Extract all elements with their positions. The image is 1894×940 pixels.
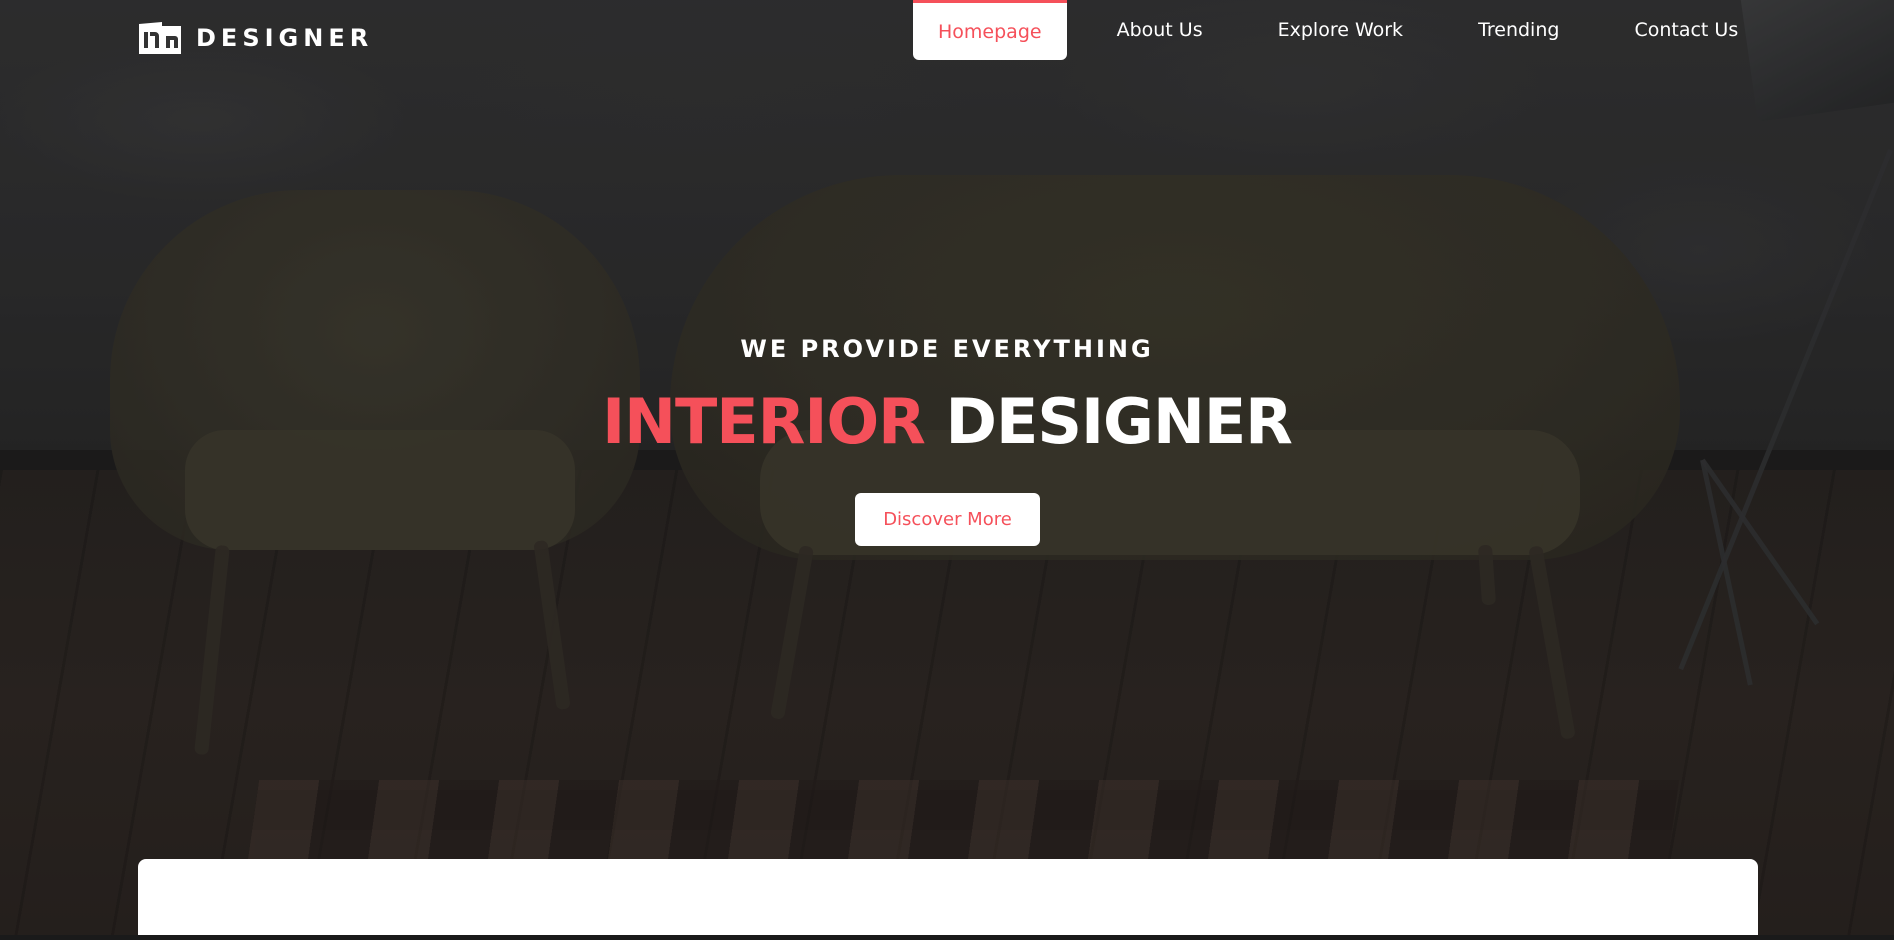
- site-logo[interactable]: DESIGNER: [138, 20, 373, 56]
- headline-rest: DESIGNER: [945, 385, 1293, 458]
- hero-tagline: WE PROVIDE EVERYTHING: [740, 335, 1154, 363]
- main-nav: Homepage About Us Explore Work Trending …: [913, 0, 1788, 60]
- hero-headline: INTERIOR DESIGNER: [0, 385, 1894, 458]
- nav-trending[interactable]: Trending: [1453, 0, 1584, 60]
- dark-overlay: [0, 0, 1894, 940]
- nav-contact-us[interactable]: Contact Us: [1609, 0, 1763, 60]
- hero-background: [0, 0, 1894, 940]
- content-card: [138, 859, 1758, 940]
- nav-homepage[interactable]: Homepage: [913, 0, 1067, 60]
- dn-monogram-icon: [138, 20, 182, 56]
- brand-name: DESIGNER: [196, 24, 374, 52]
- nav-about-us[interactable]: About Us: [1092, 0, 1228, 60]
- bottom-edge: [0, 935, 1894, 940]
- headline-accent: INTERIOR: [602, 385, 926, 458]
- nav-explore-work[interactable]: Explore Work: [1253, 0, 1428, 60]
- discover-more-button[interactable]: Discover More: [855, 493, 1040, 546]
